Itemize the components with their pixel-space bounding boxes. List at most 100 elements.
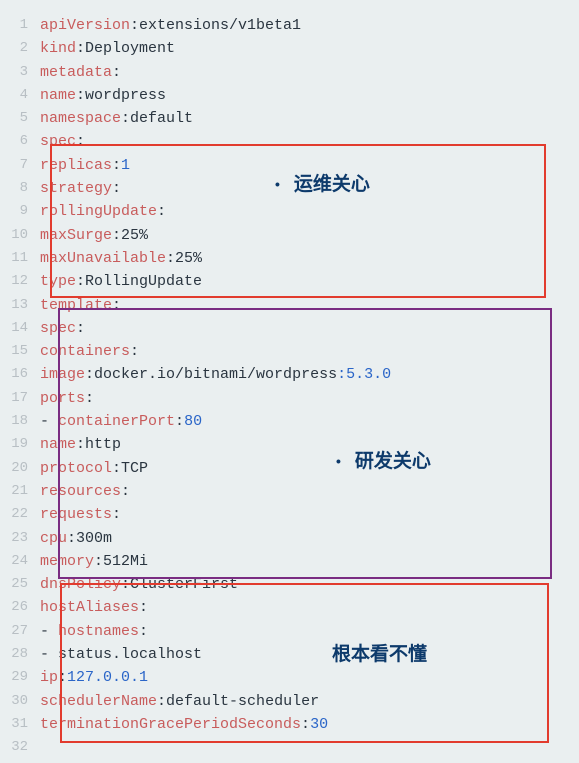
code-line: 29 ip: 127.0.0.1: [0, 666, 579, 689]
line-number: 19: [0, 433, 40, 456]
code-line: 31 terminationGracePeriodSeconds: 30: [0, 713, 579, 736]
code-line: 6spec:: [0, 130, 579, 153]
code-line: 17 ports:: [0, 387, 579, 410]
code-line: 3metadata:: [0, 61, 579, 84]
code-line: 23 cpu: 300m: [0, 527, 579, 550]
code-line: 18 - containerPort: 80: [0, 410, 579, 433]
line-number: 15: [0, 340, 40, 363]
line-content: dnsPolicy: ClusterFirst: [40, 573, 238, 596]
line-number: 23: [0, 527, 40, 550]
code-line: 20 protocol: TCP: [0, 457, 579, 480]
line-content: maxUnavailable: 25%: [40, 247, 202, 270]
bullet-icon: •: [336, 450, 341, 473]
code-line: 1apiVersion: extensions/v1beta1: [0, 14, 579, 37]
line-content: - status.localhost: [40, 643, 202, 666]
label-confused-text: 根本看不懂: [332, 644, 427, 665]
line-content: - hostnames:: [40, 620, 148, 643]
line-content: - containerPort: 80: [40, 410, 202, 433]
line-content: requests:: [40, 503, 121, 526]
line-number: 28: [0, 643, 40, 666]
line-number: 24: [0, 550, 40, 573]
line-content: replicas: 1: [40, 154, 130, 177]
line-number: 10: [0, 224, 40, 247]
line-number: 27: [0, 620, 40, 643]
line-content: spec:: [40, 317, 85, 340]
line-number: 1: [0, 14, 40, 37]
code-line: 10 maxSurge: 25%: [0, 224, 579, 247]
line-number: 21: [0, 480, 40, 503]
code-line: 25 dnsPolicy: ClusterFirst: [0, 573, 579, 596]
line-number: 14: [0, 317, 40, 340]
code-line: 32: [0, 736, 579, 759]
code-line: 11 maxUnavailable: 25%: [0, 247, 579, 270]
line-content: apiVersion: extensions/v1beta1: [40, 14, 301, 37]
line-content: metadata:: [40, 61, 121, 84]
line-content: memory: 512Mi: [40, 550, 148, 573]
code-line: 19 name: http: [0, 433, 579, 456]
label-ops: • 运维关心: [275, 173, 370, 197]
code-line: 2kind: Deployment: [0, 37, 579, 60]
line-content: name: http: [40, 433, 121, 456]
line-content: rollingUpdate:: [40, 200, 166, 223]
code-line: 13 template:: [0, 294, 579, 317]
line-content: resources:: [40, 480, 130, 503]
code-line: 27 - hostnames:: [0, 620, 579, 643]
code-line: 26 hostAliases:: [0, 596, 579, 619]
line-number: 9: [0, 200, 40, 223]
line-content: template:: [40, 294, 121, 317]
line-number: 8: [0, 177, 40, 200]
code-block: 1apiVersion: extensions/v1beta12kind: De…: [0, 14, 579, 760]
line-number: 2: [0, 37, 40, 60]
code-line: 22 requests:: [0, 503, 579, 526]
line-content: ports:: [40, 387, 94, 410]
line-content: ip: 127.0.0.1: [40, 666, 148, 689]
line-number: 29: [0, 666, 40, 689]
label-dev: • 研发关心: [336, 450, 431, 474]
label-ops-text: 运维关心: [294, 174, 370, 195]
line-content: hostAliases:: [40, 596, 148, 619]
line-number: 4: [0, 84, 40, 107]
label-dev-text: 研发关心: [355, 451, 431, 472]
line-number: 11: [0, 247, 40, 270]
line-number: 31: [0, 713, 40, 736]
code-line: 28 - status.localhost: [0, 643, 579, 666]
line-content: name: wordpress: [40, 84, 166, 107]
line-content: spec:: [40, 130, 85, 153]
code-line: 5 namespace: default: [0, 107, 579, 130]
line-number: 16: [0, 363, 40, 386]
line-number: 32: [0, 736, 40, 759]
bullet-icon: •: [275, 173, 280, 196]
line-content: cpu: 300m: [40, 527, 112, 550]
code-line: 12 type: RollingUpdate: [0, 270, 579, 293]
line-number: 18: [0, 410, 40, 433]
line-content: maxSurge: 25%: [40, 224, 148, 247]
line-number: 22: [0, 503, 40, 526]
label-confused: 根本看不懂: [332, 643, 427, 666]
code-line: 4 name: wordpress: [0, 84, 579, 107]
line-number: 6: [0, 130, 40, 153]
line-number: 12: [0, 270, 40, 293]
code-line: 14 spec:: [0, 317, 579, 340]
line-number: 7: [0, 154, 40, 177]
line-content: type: RollingUpdate: [40, 270, 202, 293]
line-content: namespace: default: [40, 107, 193, 130]
line-number: 3: [0, 61, 40, 84]
code-line: 24 memory: 512Mi: [0, 550, 579, 573]
code-line: 16 image: docker.io/bitnami/wordpress:5.…: [0, 363, 579, 386]
line-content: kind: Deployment: [40, 37, 175, 60]
line-number: 13: [0, 294, 40, 317]
line-content: image: docker.io/bitnami/wordpress:5.3.0: [40, 363, 391, 386]
line-content: schedulerName: default-scheduler: [40, 690, 319, 713]
line-number: 26: [0, 596, 40, 619]
line-number: 25: [0, 573, 40, 596]
line-content: containers:: [40, 340, 139, 363]
code-line: 9 rollingUpdate:: [0, 200, 579, 223]
line-content: strategy:: [40, 177, 121, 200]
line-content: protocol: TCP: [40, 457, 148, 480]
code-line: 30 schedulerName: default-scheduler: [0, 690, 579, 713]
code-line: 15 containers:: [0, 340, 579, 363]
code-screenshot: 1apiVersion: extensions/v1beta12kind: De…: [0, 0, 579, 763]
code-line: 21 resources:: [0, 480, 579, 503]
line-number: 20: [0, 457, 40, 480]
line-number: 17: [0, 387, 40, 410]
